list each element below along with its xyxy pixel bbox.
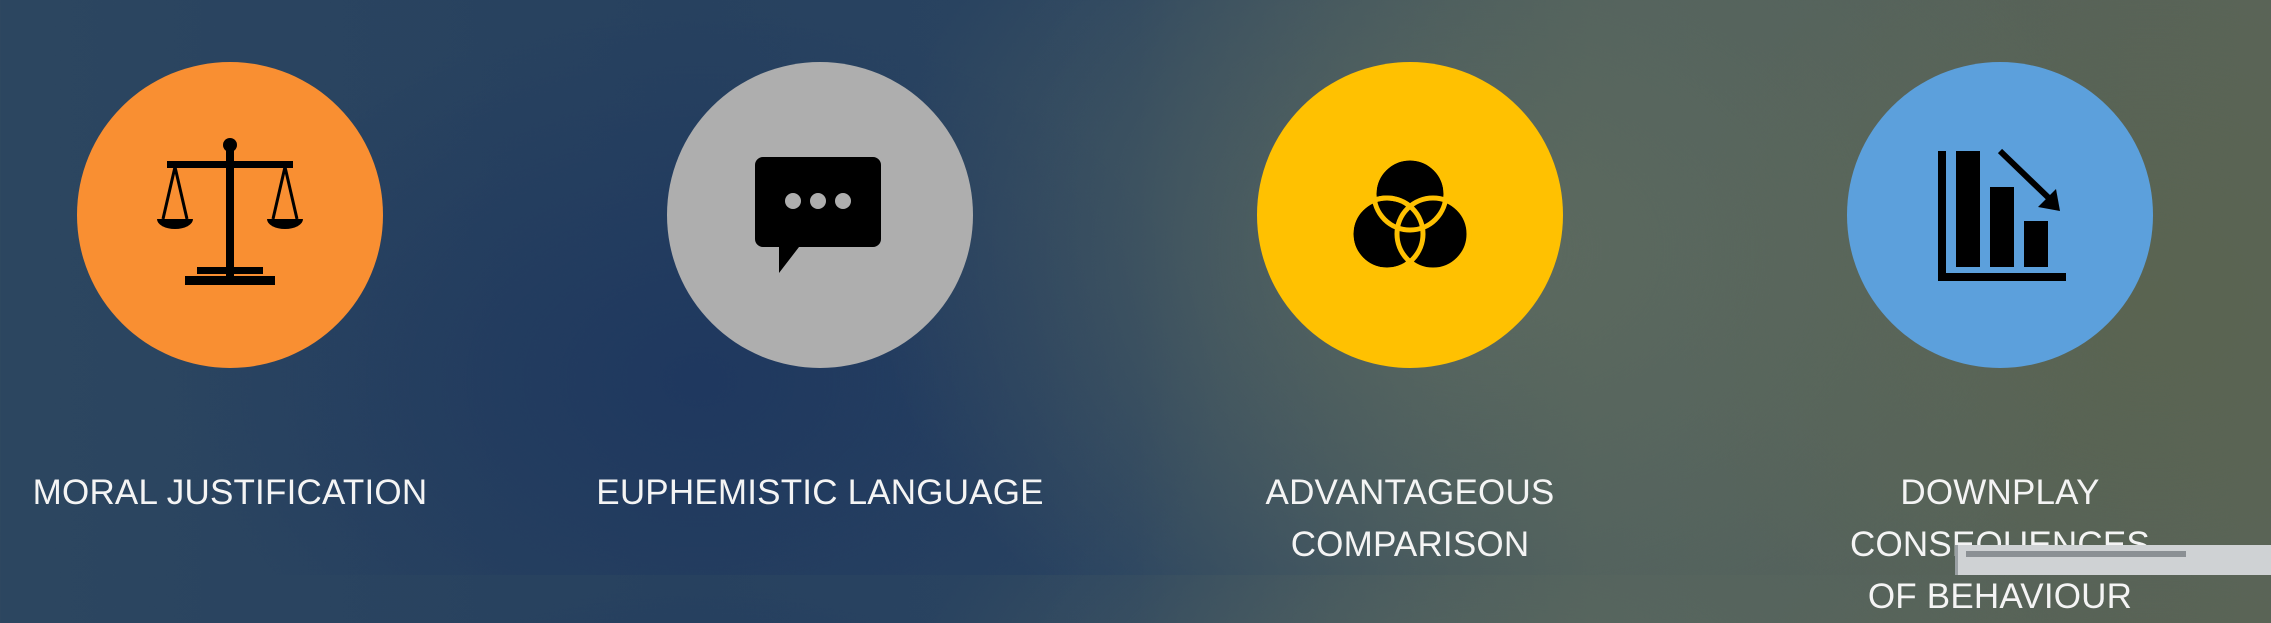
speech-bubble-icon	[755, 157, 881, 273]
concept-label-line: OF BEHAVIOUR	[1867, 577, 2133, 616]
concept-label-line: MORAL JUSTIFICATION	[32, 473, 428, 512]
slide-background: { "items": [ { "icon": "scales-of-justic…	[0, 0, 2271, 616]
concept-label-line: COMPARISON	[1290, 525, 1530, 564]
declining-bar-chart-icon	[1938, 148, 2066, 281]
concept-label: ADVANTAGEOUS COMPARISON	[1180, 467, 1640, 571]
venn-diagram-icon	[1348, 155, 1472, 273]
icon-circle	[77, 62, 383, 368]
icon-circle	[1847, 62, 2153, 368]
concept-label-line: ADVANTAGEOUS	[1265, 473, 1555, 512]
scales-of-justice-icon	[157, 138, 303, 285]
icon-circle	[667, 62, 973, 368]
video-thumbnail-overlay	[1955, 545, 2271, 575]
icon-circle	[1257, 62, 1563, 368]
concept-label: MORAL JUSTIFICATION	[0, 467, 460, 519]
concept-label-line: EUPHEMISTIC LANGUAGE	[596, 473, 1044, 512]
thumbnail-bar	[1966, 551, 2186, 557]
concept-label: EUPHEMISTIC LANGUAGE	[590, 467, 1050, 519]
